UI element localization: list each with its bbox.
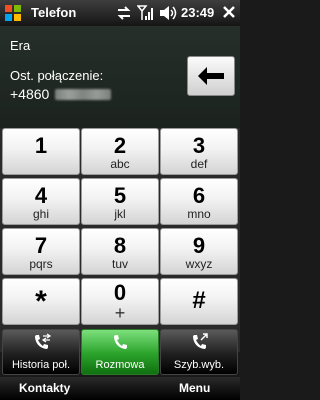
phone-icon [114, 335, 127, 349]
key-6[interactable]: 6 mno [160, 178, 238, 225]
signal-icon [137, 5, 153, 20]
key-1[interactable]: 1 [2, 128, 80, 175]
speed-dial-button[interactable]: Szyb.wyb. [160, 329, 238, 375]
speed-dial-icon [193, 333, 208, 349]
keypad: 1 2 abc 3 def 4 ghi 5 jkl 6 mno 7 pqrs 8… [0, 128, 240, 352]
volume-icon[interactable] [159, 5, 177, 21]
redacted-number [55, 89, 111, 100]
operator-name: Era [10, 38, 31, 53]
app-title: Telefon [31, 5, 77, 20]
clock: 23:49 [181, 5, 215, 20]
backspace-icon [198, 67, 224, 85]
data-sync-icon [117, 6, 131, 20]
call-history-button[interactable]: Historia poł. [2, 329, 80, 375]
call-button[interactable]: Rozmowa [81, 329, 159, 375]
call-info-panel: Era Ost. połączenie: +4860 [0, 26, 240, 128]
softkey-bar: Kontakty Menu [0, 377, 240, 400]
key-7[interactable]: 7 pqrs [2, 228, 80, 275]
key-0[interactable]: 0 + [81, 278, 159, 325]
key-8[interactable]: 8 tuv [81, 228, 159, 275]
key-5[interactable]: 5 jkl [81, 178, 159, 225]
key-9[interactable]: 9 wxyz [160, 228, 238, 275]
call-history-icon [35, 333, 52, 349]
menu-softkey[interactable]: Menu [179, 381, 210, 395]
backspace-button[interactable] [187, 56, 235, 96]
windows-logo-icon[interactable] [4, 4, 22, 22]
last-call-label: Ost. połączenie: [10, 68, 104, 83]
key-3[interactable]: 3 def [160, 128, 238, 175]
key-2[interactable]: 2 abc [81, 128, 159, 175]
key-4[interactable]: 4 ghi [2, 178, 80, 225]
key-hash[interactable]: # [160, 278, 238, 325]
contacts-softkey[interactable]: Kontakty [19, 381, 70, 395]
status-bar: Telefon 23:49 [0, 0, 240, 26]
last-call-number: +4860 [10, 86, 50, 102]
close-icon[interactable] [221, 4, 237, 20]
key-star[interactable]: * [2, 278, 80, 325]
